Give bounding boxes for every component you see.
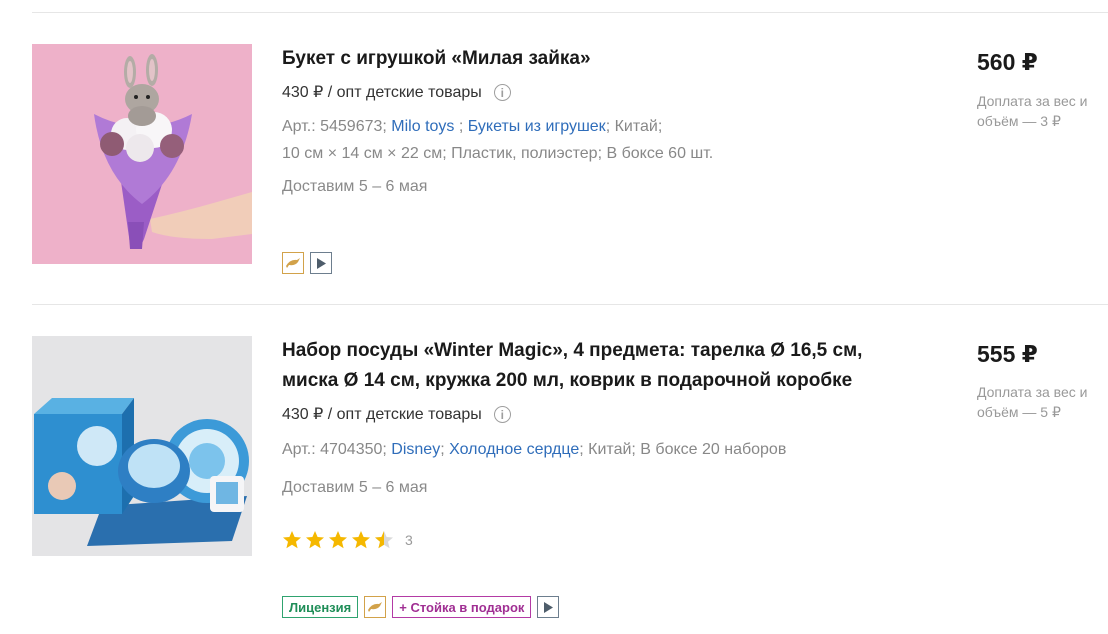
wholesale-text: 430 ₽ / опт детские товары — [282, 84, 482, 101]
play-icon[interactable] — [310, 252, 332, 274]
rating[interactable]: 3 — [282, 530, 413, 550]
country: Китай; В боксе 20 наборов — [588, 441, 787, 458]
surcharge-note: Доплата за вес и объём — 3 ₽ — [977, 93, 1088, 129]
bouquet-bunny-image — [32, 44, 252, 264]
product-meta: Арт.: 4704350; Disney; Холодное сердце; … — [282, 441, 787, 458]
article-number: Арт.: 5459673; — [282, 118, 387, 135]
country: Китай; — [614, 118, 663, 135]
gift-stand-badge[interactable]: + Стойка в подарок — [392, 596, 532, 618]
category-link[interactable]: Букеты из игрушек — [468, 118, 606, 135]
star-icon — [306, 531, 324, 549]
dolphin-icon[interactable] — [364, 596, 387, 618]
brand-link[interactable]: Disney — [391, 441, 440, 458]
star-icon — [352, 531, 370, 549]
delivery-date: Доставим 5 – 6 мая — [282, 178, 428, 195]
product-image[interactable] — [32, 44, 252, 264]
dishes-set-image — [32, 336, 252, 556]
article-number: Арт.: 4704350; — [282, 441, 387, 458]
product-title[interactable]: Набор посуды «Winter Magic», 4 предмета:… — [282, 336, 882, 396]
star-icon — [283, 531, 301, 549]
dolphin-icon[interactable] — [282, 252, 304, 274]
product-price: 560 ₽ — [977, 49, 1038, 75]
product-info: Букет с игрушкой «Милая зайка» 430 ₽ / о… — [282, 44, 882, 198]
product-title-link[interactable]: Букет с игрушкой «Милая зайка» — [282, 48, 591, 69]
star-icon — [329, 531, 347, 549]
product-specs: 10 см × 14 см × 22 см; Пластик, полиэсте… — [282, 145, 714, 162]
badge-row: Лицензия + Стойка в подарок — [282, 596, 560, 618]
badge-row — [282, 252, 332, 274]
product-image[interactable] — [32, 336, 252, 556]
product-title[interactable]: Букет с игрушкой «Милая зайка» — [282, 44, 882, 74]
wholesale-price: 430 ₽ / опт детские товары i — [282, 80, 882, 104]
product-title-link[interactable]: Набор посуды «Winter Magic», 4 предмета:… — [282, 340, 862, 391]
wholesale-text: 430 ₽ / опт детские товары — [282, 406, 482, 423]
license-badge[interactable]: Лицензия — [282, 596, 359, 618]
surcharge-note: Доплата за вес и объём — 5 ₽ — [977, 384, 1088, 420]
info-icon[interactable]: i — [493, 405, 511, 423]
delivery-date: Доставим 5 – 6 мая — [282, 479, 428, 496]
brand-link[interactable]: Milo toys — [391, 118, 454, 135]
wholesale-price: 430 ₽ / опт детские товары i — [282, 402, 882, 426]
play-icon[interactable] — [537, 596, 560, 618]
half-star-icon — [375, 531, 393, 549]
category-link[interactable]: Холодное сердце — [449, 441, 579, 458]
rating-count: 3 — [405, 532, 413, 548]
product-meta: Арт.: 5459673; Milo toys ; Букеты из игр… — [282, 118, 714, 162]
top-divider — [32, 12, 1108, 13]
product-info: Набор посуды «Winter Magic», 4 предмета:… — [282, 336, 882, 499]
info-icon[interactable]: i — [493, 83, 511, 101]
product-price: 555 ₽ — [977, 341, 1038, 367]
product-divider — [32, 304, 1108, 305]
